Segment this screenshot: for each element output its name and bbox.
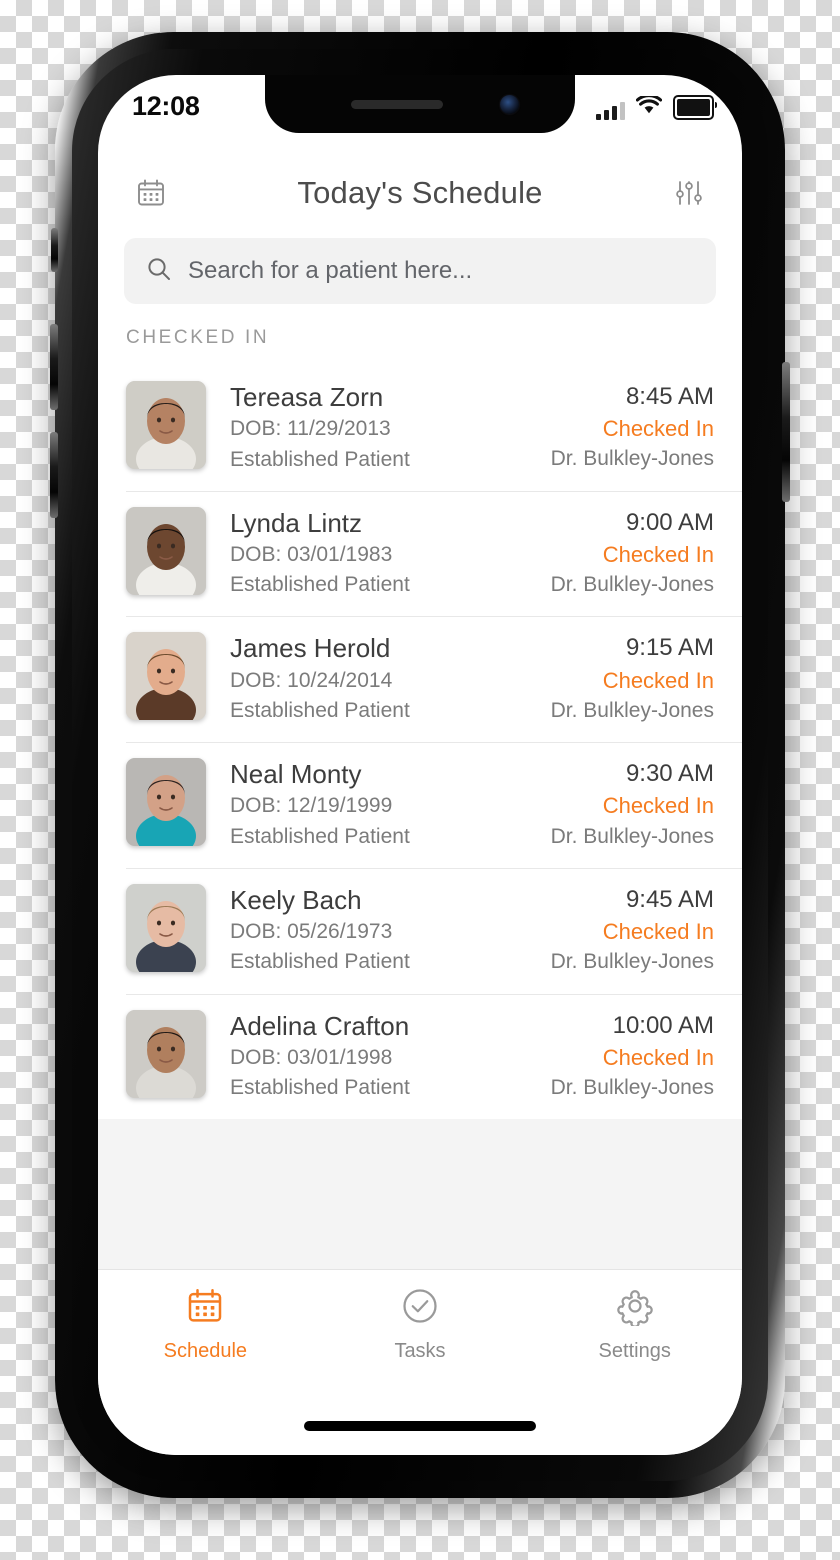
tab-settings[interactable]: Settings	[527, 1286, 742, 1363]
avatar	[126, 506, 206, 595]
tab-label: Tasks	[394, 1340, 446, 1362]
patient-name: James Herold	[230, 633, 391, 664]
table-row[interactable]: Adelina Crafton DOB: 03/01/1998 Establishe…	[98, 993, 742, 1120]
status-badge: Checked In	[602, 541, 714, 567]
filter-sliders-icon[interactable]	[666, 170, 712, 216]
appointment-info: 9:30 AM Checked In Dr. Bulkley-Jones	[551, 758, 714, 852]
search-input[interactable]: Search for a patient here...	[124, 238, 716, 304]
patient-type: Established Patient	[230, 824, 410, 848]
patient-dob: DOB: 03/01/1983	[230, 543, 393, 566]
patient-name: Lynda Lintz	[230, 507, 363, 538]
calendar-icon	[185, 1286, 225, 1331]
calendar-icon[interactable]	[128, 170, 174, 216]
avatar	[126, 758, 206, 847]
device-notch	[265, 75, 575, 133]
patient-name: Neal Monty	[230, 759, 362, 790]
volume-up-button[interactable]	[50, 324, 58, 410]
patient-info: James Herold DOB: 10/24/2014 Established P…	[230, 632, 551, 726]
doctor-name: Dr. Bulkley-Jones	[550, 824, 714, 848]
gear-icon	[615, 1286, 655, 1331]
appointment-time: 10:00 AM	[612, 1011, 714, 1039]
signal-bars-icon	[596, 101, 625, 120]
patient-type: Established Patient	[230, 573, 410, 597]
patient-dob: DOB: 10/24/2014	[230, 668, 393, 692]
home-indicator[interactable]	[304, 1421, 536, 1431]
doctor-name: Dr. Bulkley-Jones	[550, 573, 714, 597]
wifi-icon	[635, 94, 663, 120]
patient-type: Established Patient	[230, 447, 410, 471]
patient-dob: DOB: 12/19/1999	[230, 794, 393, 818]
tab-schedule[interactable]: Schedule	[98, 1286, 313, 1363]
patient-info: Tereasa Zorn DOB: 11/29/2013 Established P…	[230, 381, 551, 475]
patient-dob: DOB: 05/26/1973	[230, 920, 393, 944]
tab-tasks[interactable]: Tasks	[313, 1286, 528, 1363]
doctor-name: Dr. Bulkley-Jones	[550, 950, 714, 974]
phone-device: 12:08 Today's Schedule Search for a pati…	[50, 32, 790, 1498]
appointment-info: 9:45 AM Checked In Dr. Bulkley-Jones	[551, 884, 714, 978]
table-row[interactable]: Keely Bach DOB: 05/26/1973 Established Pat…	[98, 867, 742, 994]
appointment-time: 9:15 AM	[625, 634, 714, 662]
appointment-info: 9:00 AM Checked In Dr. Bulkley-Jones	[551, 507, 714, 601]
volume-down-button[interactable]	[50, 432, 58, 518]
avatar	[126, 632, 206, 721]
bottom-tab-bar: Schedule Tasks Settings	[98, 1269, 742, 1455]
patient-dob: DOB: 03/01/1998	[230, 1045, 393, 1069]
table-row[interactable]: Tereasa Zorn DOB: 11/29/2013 Established P…	[98, 365, 742, 491]
patient-list[interactable]: Tereasa Zorn DOB: 11/29/2013 Established P…	[98, 365, 742, 1286]
avatar	[126, 1009, 206, 1098]
silence-switch[interactable]	[51, 228, 58, 272]
patient-name: Adelina Crafton	[230, 1010, 410, 1041]
battery-full-icon	[673, 95, 717, 120]
appointment-time: 9:45 AM	[625, 885, 714, 913]
search-icon	[146, 256, 172, 287]
earpiece-speaker	[351, 100, 443, 109]
appointment-info: 10:00 AM Checked In Dr. Bulkley-Jones	[551, 1010, 714, 1104]
patient-info: Adelina Crafton DOB: 03/01/1998 Establishe…	[230, 1010, 551, 1104]
check-circle-icon	[400, 1286, 440, 1331]
appointment-info: 9:15 AM Checked In Dr. Bulkley-Jones	[551, 632, 714, 726]
status-indicators	[596, 94, 717, 120]
phone-screen: 12:08 Today's Schedule Search for a pati…	[98, 75, 742, 1455]
app-header: Today's Schedule	[98, 157, 742, 229]
status-time: 12:08	[132, 91, 200, 121]
doctor-name: Dr. Bulkley-Jones	[550, 698, 714, 722]
appointment-info: 8:45 AM Checked In Dr. Bulkley-Jones	[551, 381, 714, 475]
patient-info: Neal Monty DOB: 12/19/1999 Established Pat…	[230, 758, 551, 852]
table-row[interactable]: James Herold DOB: 10/24/2014 Established P…	[98, 616, 742, 743]
appointment-time: 9:00 AM	[625, 508, 714, 536]
avatar	[126, 381, 206, 469]
section-header-checked-in: CHECKED IN	[126, 327, 270, 348]
doctor-name: Dr. Bulkley-Jones	[550, 447, 714, 471]
page-title: Today's Schedule	[297, 175, 543, 210]
patient-type: Established Patient	[230, 698, 410, 722]
power-button[interactable]	[782, 362, 790, 502]
patient-name: Tereasa Zorn	[230, 382, 384, 412]
patient-info: Lynda Lintz DOB: 03/01/1983 Established Pa…	[230, 507, 551, 601]
status-badge: Checked In	[602, 919, 714, 945]
doctor-name: Dr. Bulkley-Jones	[550, 1076, 714, 1100]
status-badge: Checked In	[602, 793, 714, 819]
patient-info: Keely Bach DOB: 05/26/1973 Established Pat…	[230, 884, 551, 978]
status-badge: Checked In	[602, 416, 714, 442]
patient-dob: DOB: 11/29/2013	[230, 417, 391, 441]
tab-label: Settings	[598, 1340, 671, 1362]
patient-name: Keely Bach	[230, 884, 362, 915]
avatar	[126, 883, 206, 972]
search-placeholder: Search for a patient here...	[188, 257, 473, 284]
table-row[interactable]: Neal Monty DOB: 12/19/1999 Established Pat…	[98, 742, 742, 868]
appointment-time: 8:45 AM	[625, 383, 714, 410]
appointment-time: 9:30 AM	[625, 760, 714, 788]
status-badge: Checked In	[602, 667, 714, 693]
patient-type: Established Patient	[230, 1076, 410, 1100]
tab-label: Schedule	[163, 1340, 248, 1362]
status-badge: Checked In	[602, 1044, 714, 1070]
table-row[interactable]: Lynda Lintz DOB: 03/01/1983 Established Pa…	[98, 490, 742, 617]
front-camera	[500, 95, 519, 114]
patient-type: Established Patient	[230, 950, 410, 974]
